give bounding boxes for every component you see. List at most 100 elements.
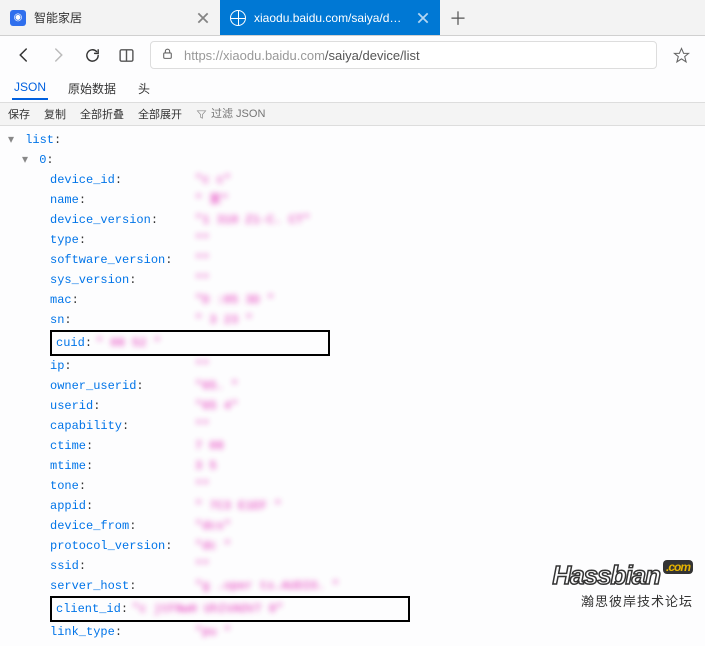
json-key[interactable]: list xyxy=(25,133,54,147)
json-key[interactable]: ssid xyxy=(50,559,79,573)
tab-json[interactable]: JSON xyxy=(12,76,48,100)
browser-tab-inactive[interactable]: 智能家居 xyxy=(0,0,220,35)
json-field-type: type:"" xyxy=(50,230,697,250)
browser-tab-active[interactable]: xiaodu.baidu.com/saiya/devic xyxy=(220,0,440,35)
refresh-button[interactable] xyxy=(82,45,102,65)
json-field-userid: userid:"65 4" xyxy=(50,396,697,416)
json-key[interactable]: mac xyxy=(50,293,72,307)
json-value: " 08 52 " xyxy=(96,336,161,350)
json-key[interactable]: userid xyxy=(50,399,93,413)
bookmark-star-icon[interactable] xyxy=(671,45,691,65)
json-key[interactable]: client_id xyxy=(56,602,121,616)
back-button[interactable] xyxy=(14,45,34,65)
json-key[interactable]: software_version xyxy=(50,253,165,267)
json-value: "" xyxy=(195,250,209,270)
json-key[interactable]: name xyxy=(50,193,79,207)
json-key[interactable]: type xyxy=(50,233,79,247)
tab-raw-data[interactable]: 原始数据 xyxy=(66,76,118,101)
json-key[interactable]: appid xyxy=(50,499,86,513)
json-field-device-id: device_id:"c c" xyxy=(50,170,697,190)
address-bar[interactable]: https://xiaodu.baidu.com/saiya/device/li… xyxy=(150,41,657,69)
json-value: "D :05 3D " xyxy=(195,290,274,310)
json-value: 7 08 xyxy=(195,436,224,456)
json-value: "" xyxy=(195,556,209,576)
json-key[interactable]: device_from xyxy=(50,519,129,533)
json-value: " 家" xyxy=(195,190,229,210)
json-value: "dc " xyxy=(195,536,231,556)
json-value: "dcs" xyxy=(195,516,231,536)
expand-all-button[interactable]: 全部展开 xyxy=(138,106,182,122)
lock-icon xyxy=(161,47,174,63)
globe-favicon-icon xyxy=(230,10,246,26)
json-value: "65. " xyxy=(195,376,238,396)
json-key[interactable]: tone xyxy=(50,479,79,493)
json-value: "pu " xyxy=(195,622,231,642)
json-field-cuid: cuid:" 08 52 " xyxy=(50,330,697,356)
json-value: "g .oper ts.AUDIO. " xyxy=(195,576,339,596)
json-value: "c jtFNwH UhIVAOV7 0" xyxy=(132,602,283,616)
close-icon[interactable] xyxy=(416,11,430,25)
close-icon[interactable] xyxy=(196,11,210,25)
caret-icon[interactable]: ▾ xyxy=(8,130,18,150)
url-text: https://xiaodu.baidu.com/saiya/device/li… xyxy=(184,48,420,63)
json-field-capability: capability:"" xyxy=(50,416,697,436)
json-field-device-from: device_from:"dcs" xyxy=(50,516,697,536)
json-value: "" xyxy=(195,270,209,290)
json-field-server-host: server_host:"g .oper ts.AUDIO. " xyxy=(50,576,697,596)
json-key[interactable]: sn xyxy=(50,313,64,327)
json-key[interactable]: ctime xyxy=(50,439,86,453)
json-key[interactable]: capability xyxy=(50,419,122,433)
json-field-name: name:" 家" xyxy=(50,190,697,210)
baidu-favicon-icon xyxy=(10,10,26,26)
json-key[interactable]: device_id xyxy=(50,173,115,187)
json-key[interactable]: protocol_version xyxy=(50,539,165,553)
json-value: " 7C3 E1EF " xyxy=(195,496,281,516)
filter-input[interactable] xyxy=(211,108,291,120)
json-field-appid: appid:" 7C3 E1EF " xyxy=(50,496,697,516)
json-field-sn: sn:" 3 23 " xyxy=(50,310,697,330)
json-key[interactable]: device_version xyxy=(50,213,151,227)
json-field-ip: ip:"" xyxy=(50,356,697,376)
filter-field[interactable] xyxy=(196,108,291,120)
json-key[interactable]: link_type xyxy=(50,625,115,639)
json-viewer-tabs: JSON 原始数据 头 xyxy=(0,74,705,102)
json-key[interactable]: ip xyxy=(50,359,64,373)
json-viewer-actions: 保存 复制 全部折叠 全部展开 xyxy=(0,102,705,126)
json-key[interactable]: owner_userid xyxy=(50,379,136,393)
json-value: "" xyxy=(195,230,209,250)
json-key[interactable]: mtime xyxy=(50,459,86,473)
json-key[interactable]: cuid xyxy=(56,336,85,350)
json-value: "1 310 Z1-C. CT" xyxy=(195,210,310,230)
save-button[interactable]: 保存 xyxy=(8,106,30,122)
caret-icon[interactable]: ▾ xyxy=(22,150,32,170)
json-field-mtime: mtime: 3 5 xyxy=(50,456,697,476)
json-value: 3 5 xyxy=(195,456,217,476)
json-key[interactable]: server_host xyxy=(50,579,129,593)
json-value: "" xyxy=(195,476,209,496)
json-value: "65 4" xyxy=(195,396,238,416)
json-key[interactable]: sys_version xyxy=(50,273,129,287)
json-field-client-id: client_id:"c jtFNwH UhIVAOV7 0" xyxy=(50,596,697,622)
json-field-mac: mac:"D :05 3D " xyxy=(50,290,697,310)
tab-headers[interactable]: 头 xyxy=(136,76,152,101)
json-value: " 3 23 " xyxy=(195,310,253,330)
json-value: "" xyxy=(195,416,209,436)
funnel-icon xyxy=(196,109,207,120)
json-field-ssid: ssid:"" xyxy=(50,556,697,576)
collapse-all-button[interactable]: 全部折叠 xyxy=(80,106,124,122)
tab-title: xiaodu.baidu.com/saiya/devic xyxy=(254,11,408,25)
json-tree: ▾ list: ▾ 0: device_id:"c c"name:" 家"dev… xyxy=(0,126,705,646)
json-value: "" xyxy=(195,356,209,376)
new-tab-button[interactable]: ＋ xyxy=(440,0,476,35)
json-field-tone: tone:"" xyxy=(50,476,697,496)
json-field-owner-userid: owner_userid:"65. " xyxy=(50,376,697,396)
forward-button xyxy=(48,45,68,65)
browser-tab-bar: 智能家居 xiaodu.baidu.com/saiya/devic ＋ xyxy=(0,0,705,36)
json-field-device-version: device_version:"1 310 Z1-C. CT" xyxy=(50,210,697,230)
json-field-link-type: link_type:"pu " xyxy=(50,622,697,642)
json-field-protocol-version: protocol_version:"dc " xyxy=(50,536,697,556)
copy-button[interactable]: 复制 xyxy=(44,106,66,122)
reader-mode-icon[interactable] xyxy=(116,45,136,65)
tab-title: 智能家居 xyxy=(34,9,188,26)
json-field-ctime: ctime: 7 08 xyxy=(50,436,697,456)
